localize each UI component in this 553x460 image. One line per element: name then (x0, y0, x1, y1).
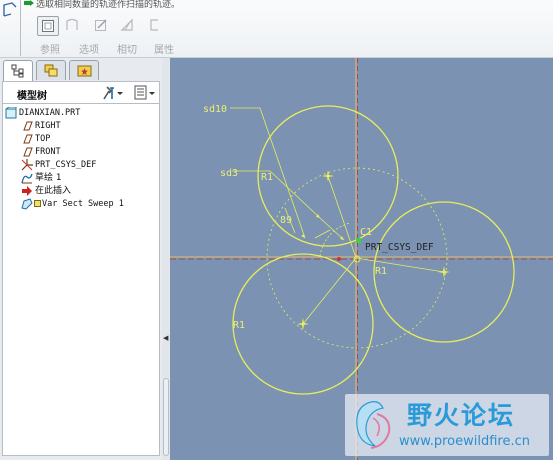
message-arrow-icon (24, 0, 34, 6)
sketch-icon (21, 173, 33, 184)
reference-label[interactable]: 参照 (40, 41, 60, 56)
options-button[interactable] (62, 16, 84, 36)
datum-plane-icon (23, 121, 33, 131)
dimension-sd3[interactable]: sd3 (220, 168, 238, 179)
insert-here-icon (22, 186, 32, 196)
tree-item-label: TOP (35, 134, 51, 144)
dimension-c1[interactable]: C1 (360, 227, 372, 238)
settings-tools-icon (103, 86, 123, 100)
show-list-icon (134, 85, 155, 100)
tree-item-label: 草绘 1 (35, 173, 62, 183)
navigator-sash[interactable] (162, 58, 170, 460)
dimension-r1-right[interactable]: R1 (375, 266, 387, 277)
sweep-tool-icon (3, 2, 17, 17)
dimension-arrows (301, 214, 344, 240)
tangency-button[interactable] (91, 16, 113, 36)
part-icon (5, 107, 17, 119)
proewildfire-logo-icon (356, 401, 391, 449)
dashboard-toolbar: 选取相同数量的轨迹作扫描的轨迹。 参照 选项 相切 属性 (0, 0, 553, 58)
datum-plane-icon (23, 134, 33, 144)
extra-button[interactable] (144, 16, 166, 36)
watermark: 野火论坛 www.proewildfire.cn (345, 394, 549, 456)
navigator-panel: 模型树 DIANXIAN.PRT RIGHT TOP FRONT PRT_CSY… (0, 58, 170, 460)
collapse-navigator-icon[interactable]: ◀ (163, 334, 168, 342)
sash-handle[interactable] (163, 378, 169, 456)
layers-icon (44, 64, 58, 77)
favorites-tab[interactable] (69, 60, 99, 80)
watermark-title: 野火论坛 (407, 401, 516, 430)
tree-item-label: PRT_CSYS_DEF (35, 160, 97, 170)
dimension-89[interactable]: 89 (280, 215, 292, 226)
model-tree-title: 模型树 (17, 91, 47, 102)
tree-item-label: Var Sect Sweep 1 (42, 199, 124, 209)
properties-label[interactable]: 属性 (154, 41, 174, 56)
model-tree-tab[interactable] (3, 60, 33, 81)
toolbar-separator (20, 0, 21, 56)
options-icon (66, 18, 78, 30)
origin-marker-red (337, 257, 341, 261)
tangency-icon (95, 19, 107, 31)
reference-button[interactable] (37, 16, 59, 36)
model-tree: DIANXIAN.PRT RIGHT TOP FRONT PRT_CSYS_DE… (2, 104, 160, 456)
dimension-r1-bottom[interactable]: R1 (233, 320, 245, 331)
bracket-icon (150, 19, 158, 31)
csys-label: PRT_CSYS_DEF (365, 242, 434, 253)
properties-icon (120, 18, 133, 31)
status-message: 选取相同数量的轨迹作扫描的轨迹。 (36, 0, 181, 10)
watermark-url: www.proewildfire.cn (399, 434, 530, 449)
dimension-r1-top[interactable]: R1 (261, 172, 273, 183)
tangency-label[interactable]: 相切 (117, 41, 137, 56)
options-label[interactable]: 选项 (79, 41, 99, 56)
datum-plane-icon (23, 147, 33, 157)
feature-status-icon (34, 200, 41, 207)
tree-item-label: DIANXIAN.PRT (19, 108, 81, 118)
reference-icon (42, 20, 54, 32)
model-tree-tab-icon (11, 64, 24, 78)
tree-show-button[interactable] (133, 85, 157, 101)
tree-item-label: FRONT (35, 147, 61, 157)
tree-item-label: RIGHT (35, 121, 61, 131)
csys-icon (21, 159, 33, 171)
favorites-folder-icon (77, 65, 92, 77)
tree-settings-button[interactable] (101, 85, 125, 101)
properties-button[interactable] (117, 16, 139, 36)
dimension-lines (230, 107, 445, 325)
tree-item-label: 在此插入 (35, 186, 72, 196)
layers-tab[interactable] (36, 60, 66, 80)
var-sect-sweep-icon (21, 198, 33, 210)
dimension-sd10[interactable]: sd10 (203, 104, 227, 115)
model-tree-header: 模型树 (2, 81, 160, 104)
sketch-start-point (356, 238, 361, 243)
